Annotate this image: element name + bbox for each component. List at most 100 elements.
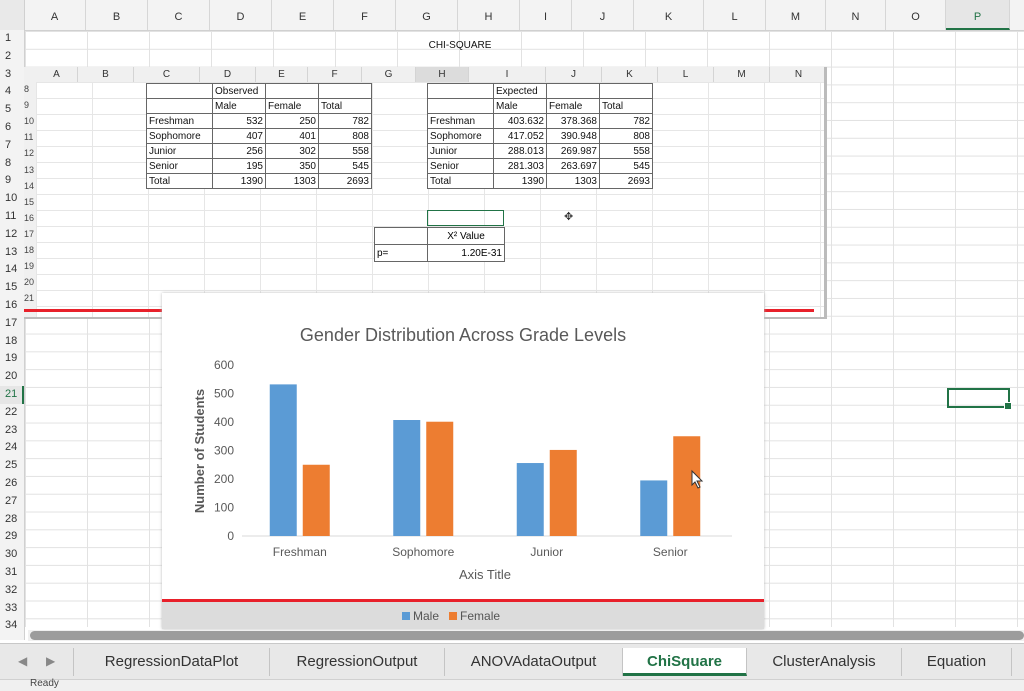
- row-header-31[interactable]: 31: [0, 564, 24, 582]
- row-header-18[interactable]: 18: [0, 333, 24, 351]
- column-header-k[interactable]: K: [634, 0, 704, 30]
- row-header-29[interactable]: 29: [0, 528, 24, 546]
- row-header-6[interactable]: 6: [0, 119, 24, 137]
- x-axis-label: Axis Title: [459, 567, 511, 582]
- table-cell: 281.303: [493, 158, 547, 174]
- row-header-27[interactable]: 27: [0, 493, 24, 511]
- inner-column-header-c: C: [134, 67, 200, 82]
- tab-clusteranalysis[interactable]: ClusterAnalysis: [747, 648, 902, 676]
- row-header-22[interactable]: 22: [0, 404, 24, 422]
- row-header-30[interactable]: 30: [0, 546, 24, 564]
- tab-regressionoutput[interactable]: RegressionOutput: [270, 648, 445, 676]
- inner-column-header-k: K: [602, 67, 658, 82]
- row-header-7[interactable]: 7: [0, 137, 24, 155]
- row-header-24[interactable]: 24: [0, 439, 24, 457]
- select-all-corner[interactable]: [0, 0, 25, 30]
- row-header-8[interactable]: 8: [0, 155, 24, 173]
- bar-male-sophomore[interactable]: [393, 420, 421, 536]
- row-header-20[interactable]: 20: [0, 368, 24, 386]
- inner-row-header-17: 17: [24, 228, 35, 239]
- table-cell: 782: [318, 113, 372, 129]
- row-header-14[interactable]: 14: [0, 261, 24, 279]
- bar-female-sophomore[interactable]: [426, 421, 454, 536]
- row-header-33[interactable]: 33: [0, 600, 24, 618]
- prev-sheet-icon[interactable]: ◀: [18, 654, 27, 668]
- row-header-5[interactable]: 5: [0, 101, 24, 119]
- row-header-21[interactable]: 21: [0, 386, 24, 404]
- column-header-p[interactable]: P: [946, 0, 1010, 30]
- bar-male-freshman[interactable]: [269, 384, 297, 536]
- inner-column-header-i: I: [469, 67, 546, 82]
- tab-chisquare[interactable]: ChiSquare: [623, 648, 747, 676]
- inner-column-header-m: M: [714, 67, 770, 82]
- legend-item-male[interactable]: Male: [402, 609, 439, 623]
- column-header-n[interactable]: N: [826, 0, 886, 30]
- column-header-a[interactable]: A: [24, 0, 86, 30]
- tab-equation[interactable]: Equation: [902, 648, 1012, 676]
- row-header-4[interactable]: 4: [0, 83, 24, 101]
- bar-female-junior[interactable]: [549, 449, 577, 536]
- bar-chart[interactable]: Gender Distribution Across Grade Levels 0…: [162, 293, 764, 629]
- column-header-l[interactable]: L: [704, 0, 766, 30]
- y-tick-label: 100: [214, 501, 234, 515]
- inner-column-header-d: D: [200, 67, 256, 82]
- tab-anovadataoutput[interactable]: ANOVAdataOutput: [445, 648, 623, 676]
- row-header-12[interactable]: 12: [0, 226, 24, 244]
- row-header-2[interactable]: 2: [0, 48, 24, 66]
- column-header-o[interactable]: O: [886, 0, 946, 30]
- row-header-10[interactable]: 10: [0, 190, 24, 208]
- column-header-e[interactable]: E: [272, 0, 334, 30]
- row-label: Freshman: [146, 113, 213, 129]
- bar-female-senior[interactable]: [673, 436, 701, 536]
- row-header-23[interactable]: 23: [0, 422, 24, 440]
- row-header-19[interactable]: 19: [0, 350, 24, 368]
- column-header-g[interactable]: G: [396, 0, 458, 30]
- next-sheet-icon[interactable]: ▶: [46, 654, 55, 668]
- horizontal-scrollbar[interactable]: [28, 630, 1024, 641]
- row-header-17[interactable]: 17: [0, 315, 24, 333]
- column-header-b[interactable]: B: [86, 0, 148, 30]
- table-cell: 1303: [265, 173, 319, 189]
- tab-regressiondataplot[interactable]: RegressionDataPlot: [73, 648, 270, 676]
- table-cell: 808: [318, 128, 372, 144]
- bar-female-freshman[interactable]: [302, 464, 330, 536]
- row-header-13[interactable]: 13: [0, 244, 24, 262]
- observed-column-header: Female: [265, 98, 319, 114]
- row-header-9[interactable]: 9: [0, 172, 24, 190]
- bar-male-junior[interactable]: [516, 463, 544, 536]
- inner-row-header-19: 19: [24, 261, 35, 272]
- inner-row-header-11: 11: [24, 132, 34, 143]
- row-header-26[interactable]: 26: [0, 475, 24, 493]
- column-header-c[interactable]: C: [148, 0, 210, 30]
- active-cell-selection[interactable]: [947, 388, 1012, 410]
- table-cell: 558: [599, 143, 653, 159]
- row-header-34[interactable]: 34: [0, 617, 24, 635]
- column-header-h[interactable]: H: [458, 0, 520, 30]
- table-cell: 288.013: [493, 143, 547, 159]
- fill-handle[interactable]: [1004, 402, 1012, 410]
- row-header-25[interactable]: 25: [0, 457, 24, 475]
- table-cell: 558: [318, 143, 372, 159]
- inner-row-header-10: 10: [24, 116, 35, 127]
- row-header-32[interactable]: 32: [0, 582, 24, 600]
- y-tick-label: 300: [214, 444, 234, 458]
- row-header-1[interactable]: 1: [0, 30, 24, 48]
- column-header-m[interactable]: M: [766, 0, 826, 30]
- scrollbar-thumb[interactable]: [30, 631, 1024, 640]
- row-header-15[interactable]: 15: [0, 279, 24, 297]
- row-header-16[interactable]: 16: [0, 297, 24, 315]
- row-header-28[interactable]: 28: [0, 511, 24, 529]
- column-header-i[interactable]: I: [520, 0, 572, 30]
- table-row: Total 1390 1303 2693: [146, 173, 372, 189]
- table-cell: 545: [599, 158, 653, 174]
- column-header-d[interactable]: D: [210, 0, 272, 30]
- legend-item-female[interactable]: Female: [449, 609, 500, 623]
- table-cell: 378.368: [546, 113, 600, 129]
- bar-male-senior[interactable]: [640, 480, 668, 536]
- column-header-f[interactable]: F: [334, 0, 396, 30]
- legend-label: Male: [413, 609, 440, 623]
- table-cell: 808: [599, 128, 653, 144]
- column-header-j[interactable]: J: [572, 0, 634, 30]
- row-header-3[interactable]: 3: [0, 66, 24, 84]
- row-header-11[interactable]: 11: [0, 208, 24, 226]
